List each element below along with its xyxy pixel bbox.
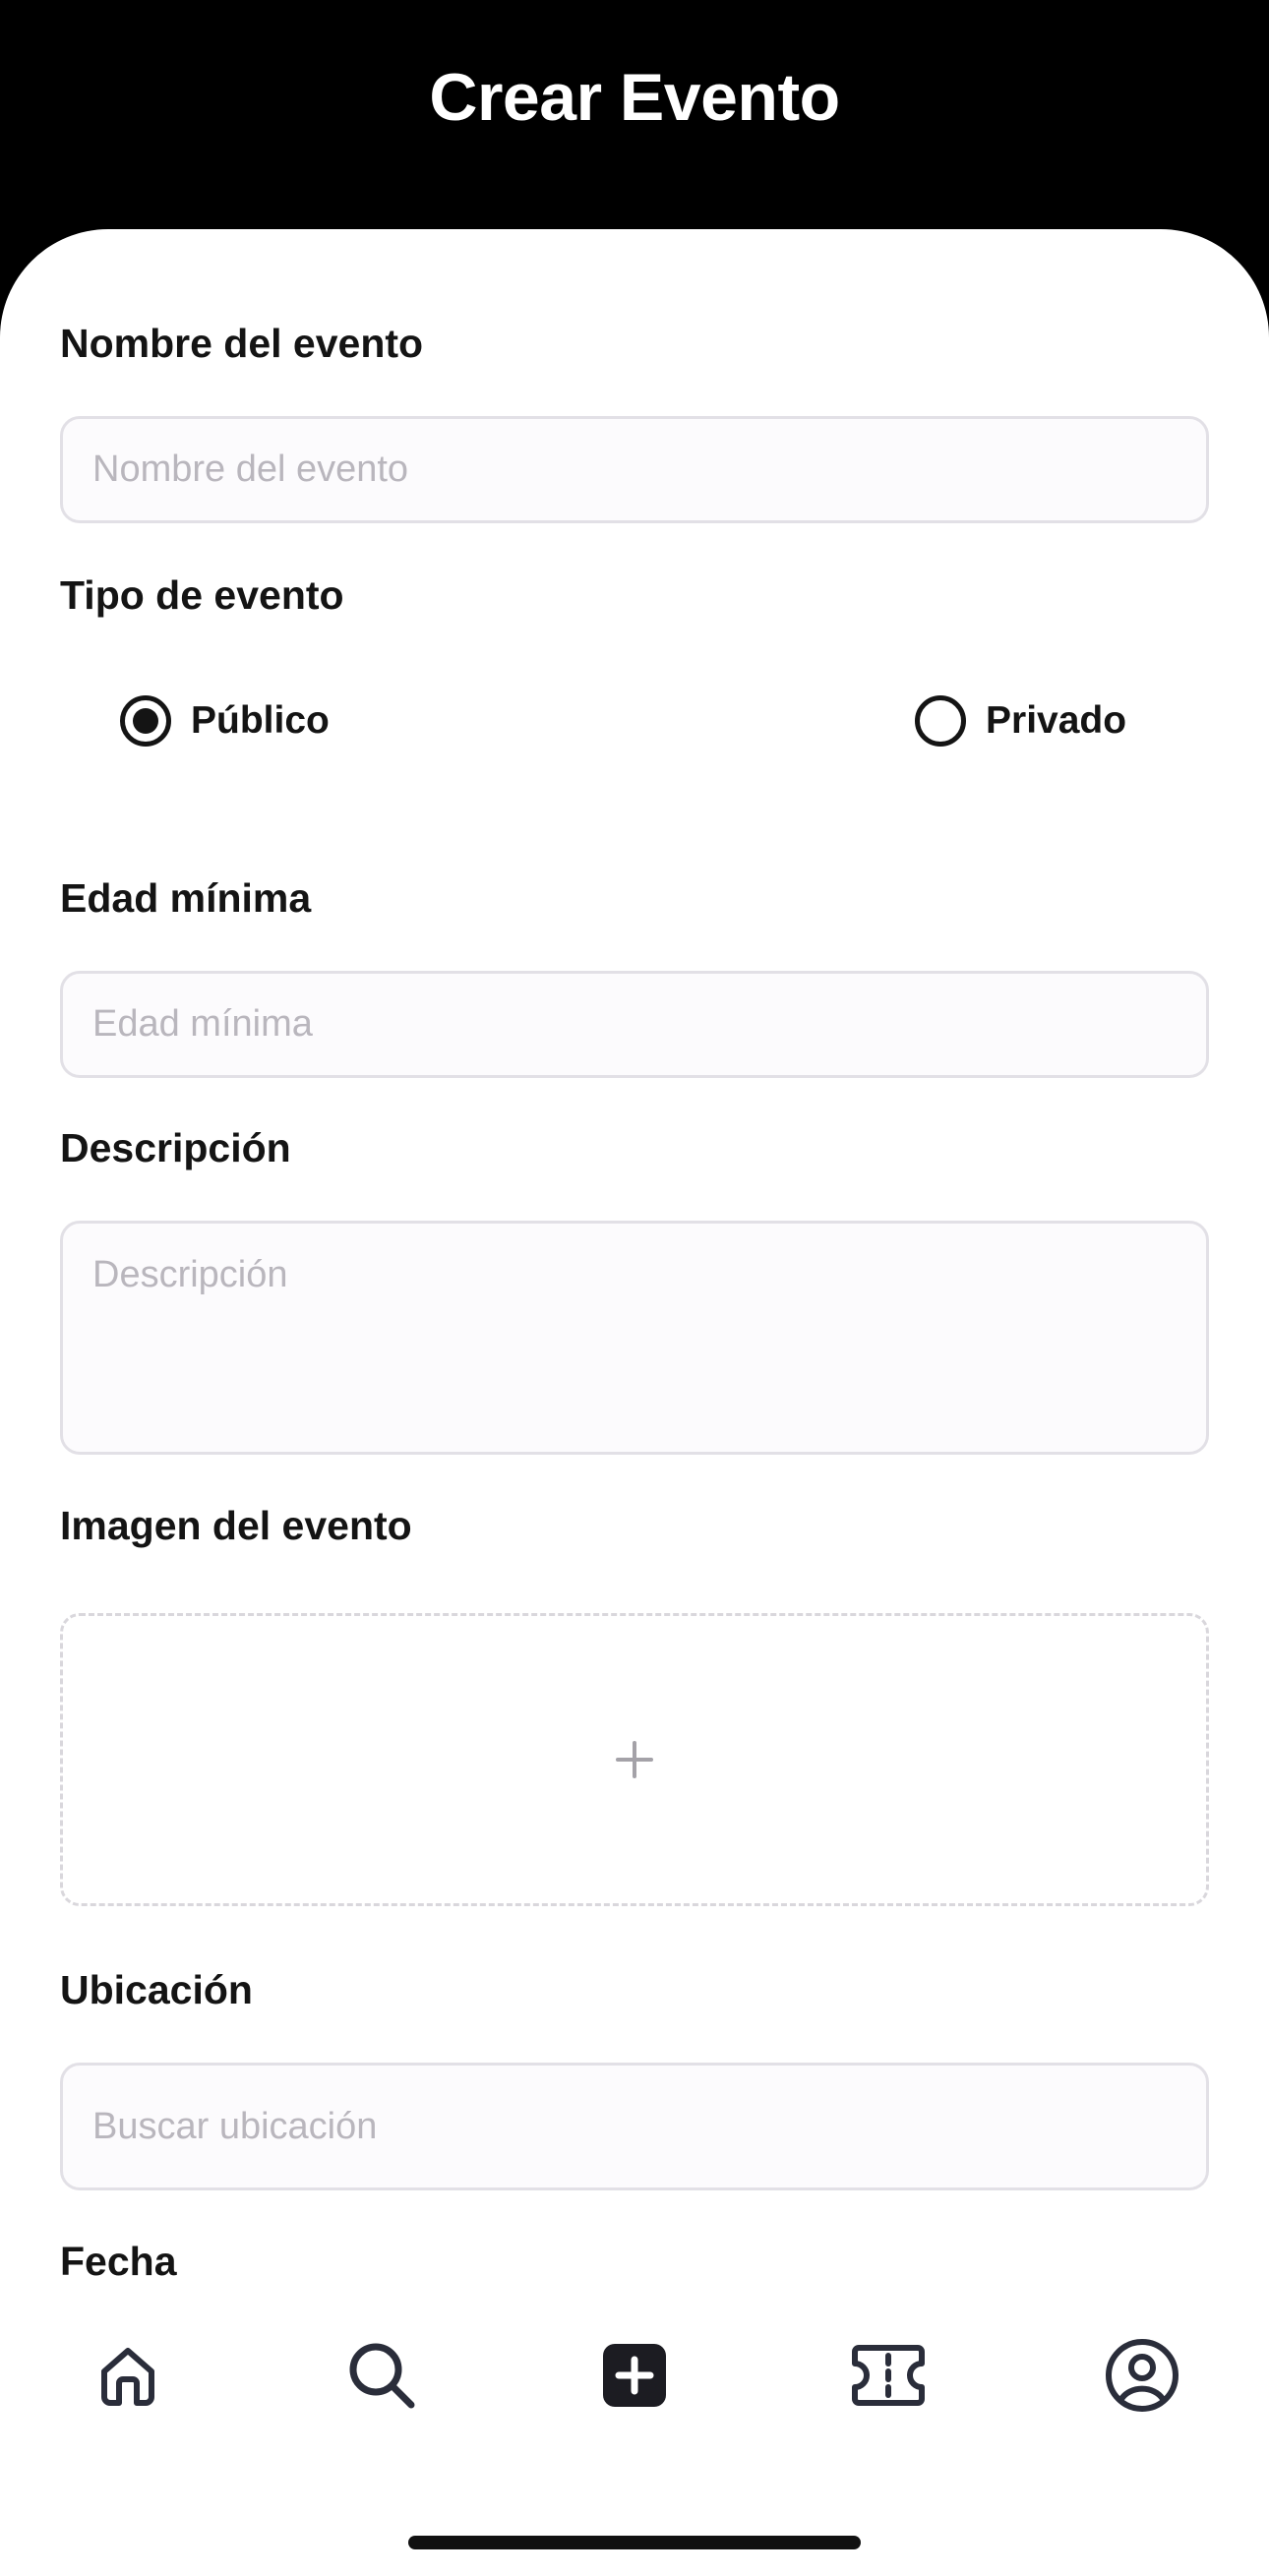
radio-public-label: Público bbox=[191, 699, 330, 742]
bottom-nav bbox=[0, 2321, 1269, 2459]
nav-create[interactable] bbox=[580, 2321, 689, 2429]
location-label: Ubicación bbox=[60, 1967, 253, 2012]
profile-icon bbox=[1106, 2339, 1178, 2412]
plus-icon bbox=[616, 1741, 653, 1778]
nav-tickets[interactable] bbox=[834, 2321, 942, 2429]
event-name-placeholder: Nombre del evento bbox=[92, 449, 409, 490]
ticket-icon bbox=[852, 2345, 925, 2406]
nav-search[interactable] bbox=[328, 2321, 436, 2429]
radio-public[interactable]: Público bbox=[120, 695, 330, 747]
home-icon bbox=[101, 2348, 154, 2406]
nav-profile[interactable] bbox=[1088, 2321, 1196, 2429]
event-type-label: Tipo de evento bbox=[60, 572, 344, 618]
event-name-input[interactable]: Nombre del evento bbox=[60, 416, 1209, 523]
image-upload-area[interactable] bbox=[60, 1613, 1209, 1906]
radio-public-circle[interactable] bbox=[120, 695, 171, 747]
event-name-label: Nombre del evento bbox=[60, 321, 424, 366]
nav-home[interactable] bbox=[74, 2321, 182, 2429]
description-placeholder: Descripción bbox=[92, 1254, 288, 1295]
radio-private[interactable]: Privado bbox=[915, 695, 1126, 747]
page-title: Crear Evento bbox=[429, 60, 840, 135]
radio-private-circle[interactable] bbox=[915, 695, 966, 747]
radio-selected-dot bbox=[133, 708, 158, 734]
image-label: Imagen del evento bbox=[60, 1503, 412, 1548]
location-search-input[interactable]: Buscar ubicación bbox=[60, 2063, 1209, 2190]
description-textarea[interactable]: Descripción bbox=[60, 1221, 1209, 1455]
min-age-label: Edad mínima bbox=[60, 875, 312, 921]
home-indicator bbox=[408, 2536, 861, 2549]
min-age-input[interactable]: Edad mínima bbox=[60, 971, 1209, 1078]
location-placeholder: Buscar ubicación bbox=[92, 2106, 378, 2147]
min-age-placeholder: Edad mínima bbox=[92, 1003, 313, 1045]
date-label: Fecha bbox=[60, 2239, 177, 2284]
header: Crear Evento bbox=[0, 0, 1269, 236]
search-icon bbox=[349, 2343, 415, 2409]
radio-private-label: Privado bbox=[986, 699, 1127, 742]
description-label: Descripción bbox=[60, 1125, 291, 1170]
add-square-icon bbox=[603, 2344, 666, 2407]
